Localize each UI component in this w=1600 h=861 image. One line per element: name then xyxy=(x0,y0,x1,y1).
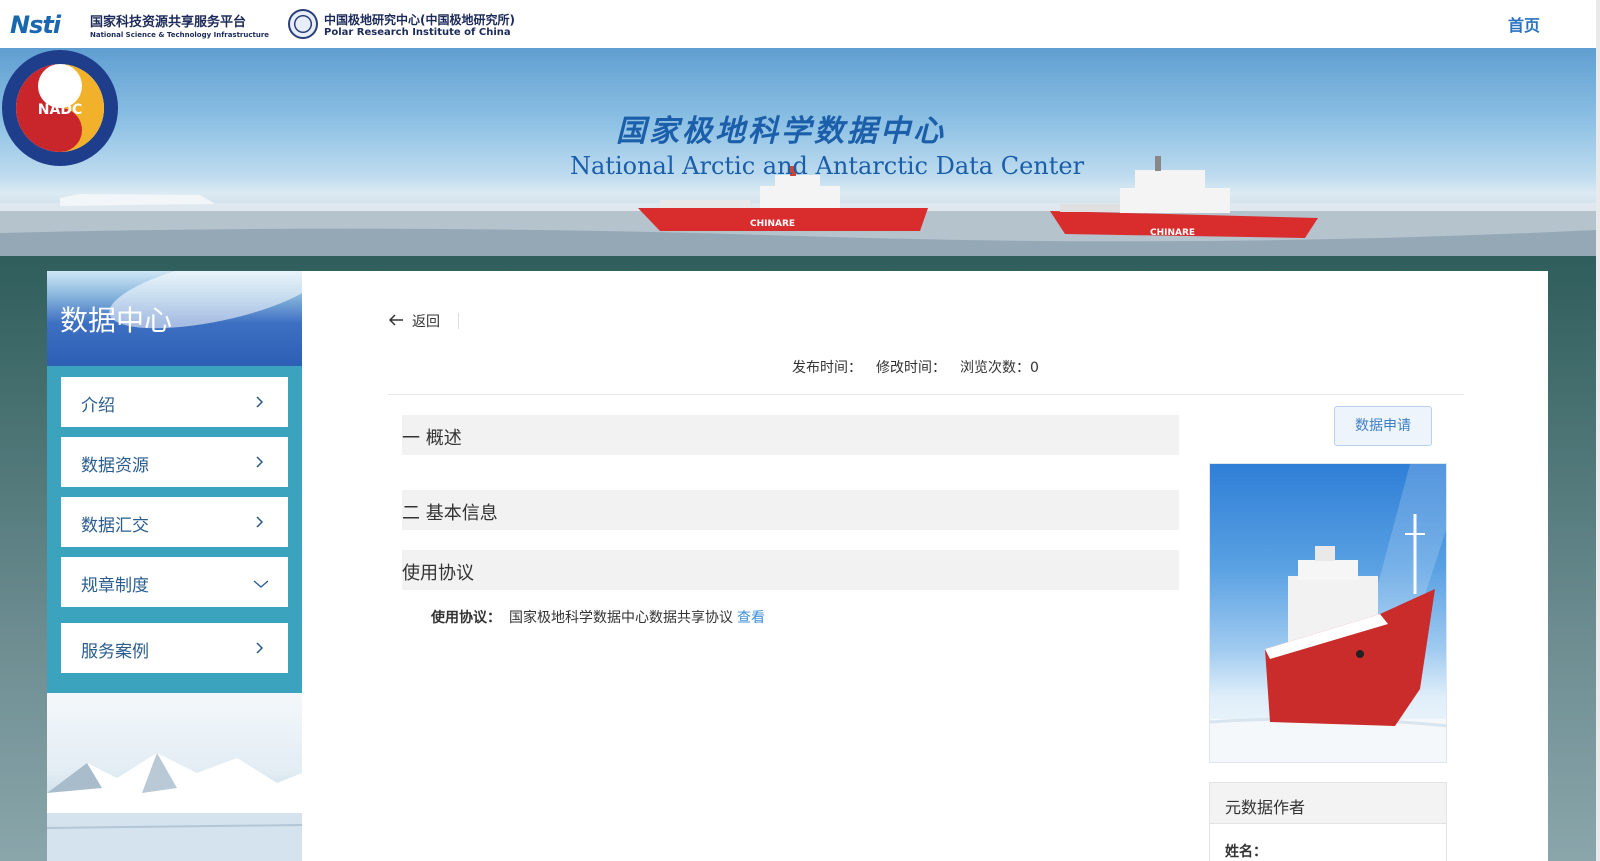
chevron-right-icon xyxy=(256,516,264,528)
banner: CHINARE CHINARE NADC 国家极地科学数据中心 National… xyxy=(0,48,1596,256)
data-apply-button[interactable]: 数据申请 xyxy=(1334,406,1432,446)
sidebar-item-intro[interactable]: 介绍 xyxy=(61,377,288,427)
top-bar: Nsti 国家科技资源共享服务平台 National Science & Tec… xyxy=(0,0,1600,48)
author-panel-title: 元数据作者 xyxy=(1225,798,1306,817)
svg-text:CHINARE: CHINARE xyxy=(750,219,795,229)
agreement-row: 使用协议： 国家极地科学数据中心数据共享协议 查看 xyxy=(431,607,765,627)
pri-name-en: Polar Research Institute of China xyxy=(324,27,511,38)
arrow-left-icon xyxy=(388,314,403,326)
pri-logo[interactable]: 中国极地研究中心(中国极地研究所) Polar Research Institu… xyxy=(288,9,548,41)
author-panel-header: 元数据作者 xyxy=(1210,783,1446,824)
agreement-value: 国家极地科学数据中心数据共享协议 xyxy=(509,610,733,626)
chevron-down-icon xyxy=(253,580,269,588)
iceberg-shape xyxy=(60,194,215,206)
section-overview: 一 概述 xyxy=(402,415,1179,455)
sidebar-item-label: 数据汇交 xyxy=(81,516,149,536)
chevron-right-icon xyxy=(256,396,264,408)
metadata-author-panel: 元数据作者 姓名： xyxy=(1209,782,1447,861)
icebreaker-photo xyxy=(1209,463,1447,763)
nsti-name-en: National Science & Technology Infrastruc… xyxy=(90,31,270,39)
svg-text:NADC: NADC xyxy=(38,102,82,118)
divider xyxy=(458,313,459,329)
banner-title-en: National Arctic and Antarctic Data Cente… xyxy=(570,152,1085,180)
divider xyxy=(388,394,1464,395)
banner-title-cn: 国家极地科学数据中心 xyxy=(616,114,946,149)
sidebar-item-label: 数据资源 xyxy=(81,456,149,476)
sidebar-title: 数据中心 xyxy=(60,304,173,337)
home-link[interactable]: 首页 xyxy=(1508,12,1540,36)
sidebar-item-data-submission[interactable]: 数据汇交 xyxy=(61,497,288,547)
icebreaker-ship-2: CHINARE xyxy=(1050,156,1318,238)
sidebar-item-label: 服务案例 xyxy=(81,642,149,662)
section-title: 二 基本信息 xyxy=(402,503,498,524)
sidebar-item-label: 规章制度 xyxy=(81,576,149,596)
sidebar-footer-image xyxy=(47,693,302,861)
glacier-scene xyxy=(47,753,302,861)
sidebar: 数据中心 介绍 数据资源 数据汇交 规章制度 服务案例 xyxy=(47,271,302,861)
main-panel: 返回 发布时间： 修改时间： 浏览次数：0 一 概述 二 基本信息 使用协议 使用协… xyxy=(302,271,1548,861)
icebreaker-illustration xyxy=(1210,464,1446,762)
svg-text:CHINARE: CHINARE xyxy=(1150,228,1195,238)
nsti-mark: Nsti xyxy=(10,11,61,39)
sidebar-item-regulations[interactable]: 规章制度 xyxy=(61,557,288,607)
back-label: 返回 xyxy=(412,314,440,330)
section-title: 使用协议 xyxy=(402,563,474,584)
scrollbar[interactable] xyxy=(1596,0,1600,861)
section-title: 一 概述 xyxy=(402,428,462,449)
agreement-key: 使用协议： xyxy=(431,610,501,626)
nsti-name-cn: 国家科技资源共享服务平台 xyxy=(90,15,247,30)
modify-time: 修改时间： xyxy=(876,360,946,376)
pri-name-cn: 中国极地研究中心(中国极地研究所) xyxy=(324,13,515,27)
pri-seal-icon xyxy=(288,9,318,39)
meta-line: 发布时间： 修改时间： 浏览次数：0 xyxy=(792,357,1053,377)
section-usage-agreement: 使用协议 xyxy=(402,550,1179,590)
view-count: 浏览次数：0 xyxy=(960,360,1039,376)
view-agreement-link[interactable]: 查看 xyxy=(737,610,765,626)
nsti-logo[interactable]: Nsti 国家科技资源共享服务平台 National Science & Tec… xyxy=(10,9,270,41)
publish-time: 发布时间： xyxy=(792,360,862,376)
author-name-label: 姓名： xyxy=(1225,844,1267,860)
chevron-right-icon xyxy=(256,642,264,654)
chevron-right-icon xyxy=(256,456,264,468)
nadc-seal-logo: NADC xyxy=(2,50,118,166)
sidebar-header: 数据中心 xyxy=(47,271,302,366)
sidebar-item-service-cases[interactable]: 服务案例 xyxy=(61,623,288,673)
section-basic-info: 二 基本信息 xyxy=(402,490,1179,530)
sidebar-item-label: 介绍 xyxy=(81,396,115,416)
sidebar-item-data-resources[interactable]: 数据资源 xyxy=(61,437,288,487)
